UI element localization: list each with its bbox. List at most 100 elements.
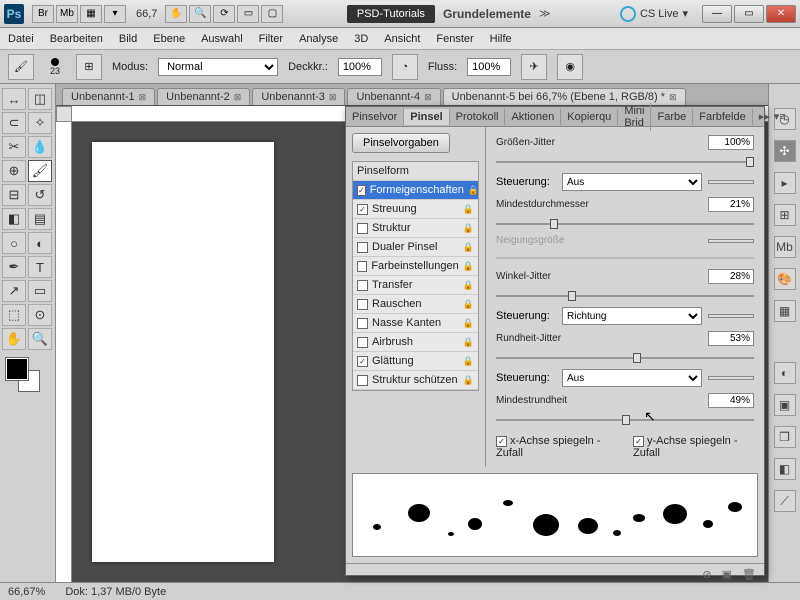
lock-icon[interactable]: 🔒 [463, 337, 474, 348]
mindest-slider[interactable] [496, 218, 754, 227]
tb-rotate[interactable]: ⟳ [213, 5, 235, 23]
wand-tool[interactable]: ✧ [28, 112, 52, 134]
tab-farbe[interactable]: Farbe [651, 109, 693, 125]
lock-icon[interactable]: 🔒 [468, 185, 479, 196]
modus-select[interactable]: Normal [158, 58, 278, 76]
minimize-button[interactable]: — [702, 5, 732, 23]
lock-icon[interactable]: 🔒 [463, 299, 474, 310]
menu-analyse[interactable]: Analyse [299, 33, 338, 45]
fg-color[interactable] [6, 358, 28, 380]
tb-zoom[interactable]: 🔍 [189, 5, 211, 23]
mindestrund-value[interactable]: 49% [708, 393, 754, 408]
item-struktur[interactable]: Struktur🔒 [353, 219, 478, 238]
mindestrund-slider[interactable] [496, 414, 754, 423]
toggle-preview-icon[interactable]: ⊘ [702, 568, 711, 581]
panel-icon-channels[interactable]: ◧ [774, 458, 796, 480]
close-button[interactable]: ✕ [766, 5, 796, 23]
gradient-tool[interactable]: ▤ [28, 208, 52, 230]
steuerung-select-3[interactable]: Aus [562, 369, 702, 387]
menu-bild[interactable]: Bild [119, 33, 137, 45]
menu-ansicht[interactable]: Ansicht [384, 33, 420, 45]
brush-tool[interactable]: 🖌 [28, 160, 52, 182]
deckkr-input[interactable] [338, 58, 382, 76]
item-airbrush[interactable]: Airbrush🔒 [353, 333, 478, 352]
menu-3d[interactable]: 3D [354, 33, 368, 45]
menu-auswahl[interactable]: Auswahl [201, 33, 243, 45]
workspace-psdtutorials[interactable]: PSD-Tutorials [347, 5, 435, 23]
close-icon[interactable]: ⊠ [329, 92, 337, 103]
trash-icon[interactable]: 🗑 [742, 568, 756, 581]
xachse-checkbox[interactable]: ✓x-Achse spiegeln - Zufall [496, 435, 617, 459]
panel-icon-mask[interactable]: ▣ [774, 394, 796, 416]
brush-panel-toggle[interactable]: ⊞ [76, 54, 102, 80]
menu-fenster[interactable]: Fenster [436, 33, 473, 45]
brush-preview[interactable]: 23 [44, 58, 66, 76]
panel-icon-minibridge[interactable]: Mb [774, 236, 796, 258]
lock-icon[interactable]: 🔒 [463, 204, 474, 215]
close-icon[interactable]: ⊠ [669, 92, 677, 103]
tb-arrange[interactable]: ▭ [237, 5, 259, 23]
status-dok[interactable]: Dok: 1,37 MB/0 Byte [65, 586, 166, 598]
lock-icon[interactable]: 🔒 [463, 223, 474, 234]
panel-icon-adjust[interactable]: ◐ [774, 362, 796, 384]
menu-filter[interactable]: Filter [259, 33, 283, 45]
item-streuung[interactable]: ✓Streuung🔒 [353, 200, 478, 219]
pen-tool[interactable]: ✒ [2, 256, 26, 278]
steuerung-select-1[interactable]: Aus [562, 173, 702, 191]
panel-icon-color[interactable]: 🎨 [774, 268, 796, 290]
viewmode-button[interactable]: ▦ [80, 5, 102, 23]
panel-icon-actions[interactable]: ▸ [774, 172, 796, 194]
tabs-scroll-icon[interactable]: ▸▸ [759, 110, 770, 123]
lock-icon[interactable]: 🔒 [463, 356, 474, 367]
crop-tool[interactable]: ✂ [2, 136, 26, 158]
zoom-dropdown[interactable]: ▾ [104, 5, 126, 23]
pinselvorgaben-button[interactable]: Pinselvorgaben [352, 133, 450, 153]
tab-farbfelde[interactable]: Farbfelde [693, 109, 752, 125]
tb-hand[interactable]: ✋ [165, 5, 187, 23]
item-dualer-pinsel[interactable]: Dualer Pinsel🔒 [353, 238, 478, 257]
blur-tool[interactable]: ○ [2, 232, 26, 254]
yachse-checkbox[interactable]: ✓y-Achse spiegeln - Zufall [633, 435, 754, 459]
panel-icon-clone[interactable]: ⊞ [774, 204, 796, 226]
new-brush-icon[interactable]: ▣ [722, 568, 732, 581]
panel-menu-icon[interactable]: ▾≡ [774, 110, 786, 123]
status-zoom[interactable]: 66,67% [8, 586, 45, 598]
dodge-tool[interactable]: ◐ [28, 232, 52, 254]
lock-icon[interactable]: 🔒 [463, 318, 474, 329]
hand-tool[interactable]: ✋ [2, 328, 26, 350]
airbrush-icon[interactable]: ✈ [521, 54, 547, 80]
groessen-jitter-value[interactable]: 100% [708, 135, 754, 150]
shape-tool[interactable]: ▭ [28, 280, 52, 302]
history-brush-tool[interactable]: ↺ [28, 184, 52, 206]
heal-tool[interactable]: ⊕ [2, 160, 26, 182]
eyedrop-tool[interactable]: 💧 [28, 136, 52, 158]
tab-protokoll[interactable]: Protokoll [450, 109, 506, 125]
tab-pinsel[interactable]: Pinsel [404, 109, 449, 125]
maximize-button[interactable]: ▭ [734, 5, 764, 23]
eraser-tool[interactable]: ◧ [2, 208, 26, 230]
close-icon[interactable]: ⊠ [234, 92, 242, 103]
lock-icon[interactable]: 🔒 [463, 261, 474, 272]
mindest-value[interactable]: 21% [708, 197, 754, 212]
close-icon[interactable]: ⊠ [139, 92, 147, 103]
steuerung-select-2[interactable]: Richtung [562, 307, 702, 325]
panel-icon-brush[interactable]: ✣ [774, 140, 796, 162]
menu-datei[interactable]: Datei [8, 33, 34, 45]
item-struktur-schuetzen[interactable]: Struktur schützen🔒 [353, 371, 478, 390]
opacity-pressure-icon[interactable]: ◔ [392, 54, 418, 80]
doc-tab-4[interactable]: Unbenannt-4⊠ [347, 88, 440, 105]
tab-pinselvor[interactable]: Pinselvor [346, 109, 404, 125]
menu-ebene[interactable]: Ebene [153, 33, 185, 45]
item-farbeinstellungen[interactable]: Farbeinstellungen🔒 [353, 257, 478, 276]
tb-screen[interactable]: ▢ [261, 5, 283, 23]
item-formeigenschaften[interactable]: ✓Formeigenschaften🔒 [353, 181, 478, 200]
tab-kopierqu[interactable]: Kopierqu [561, 109, 618, 125]
lock-icon[interactable]: 🔒 [463, 280, 474, 291]
lock-icon[interactable]: 🔒 [463, 242, 474, 253]
doc-tab-3[interactable]: Unbenannt-3⊠ [252, 88, 345, 105]
3d-tool[interactable]: ⬚ [2, 304, 26, 326]
camera-tool[interactable]: ⊙ [28, 304, 52, 326]
marquee-tool[interactable]: ◫ [28, 88, 52, 110]
bridge-button[interactable]: Br [32, 5, 54, 23]
panel-icon-layers[interactable]: ❐ [774, 426, 796, 448]
